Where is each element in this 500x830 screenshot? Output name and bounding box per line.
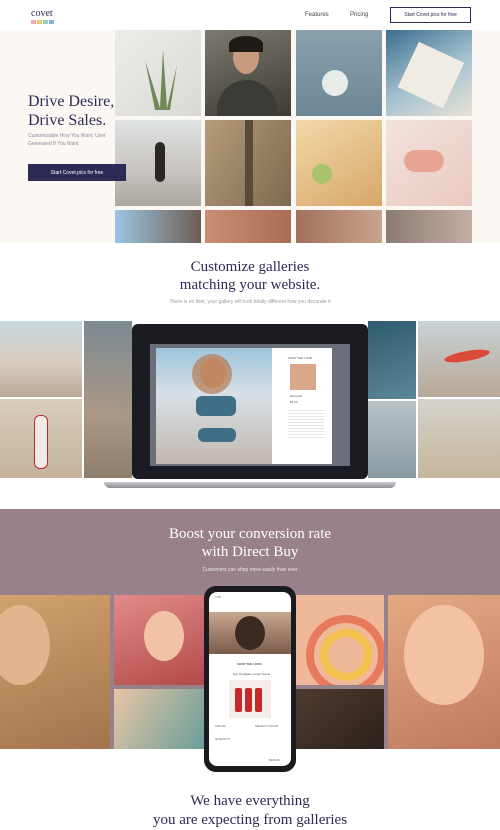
laptop-screen: SHOP THE LOOK Swimsuit $5.00 (150, 344, 350, 466)
beach-photo (368, 401, 416, 478)
beach-photo (0, 321, 82, 397)
modal-product-thumb[interactable] (290, 364, 316, 390)
beach-photo (418, 321, 500, 397)
logo-wordmark: covet (31, 8, 53, 19)
hero-title-line1: Drive Desire, (28, 93, 115, 110)
gallery-photo[interactable] (296, 30, 382, 116)
nav-features-link[interactable]: Features (305, 12, 329, 18)
modal-description (288, 408, 324, 438)
hero-section: Drive Desire, Drive Sales. Customizable … (0, 30, 500, 243)
phone-price: $120.00 (269, 758, 280, 762)
hero-title: Drive Desire, Drive Sales. (28, 92, 128, 130)
conversion-subtitle: Customers can shop more easily than ever (202, 567, 298, 573)
hero-start-free-button[interactable]: Start Covet.pics for free (28, 164, 126, 181)
customize-heading-line2: matching your website. (179, 277, 321, 293)
beach-photo (368, 321, 416, 399)
phone-quantity-label: QUANTITY (215, 737, 231, 741)
phone-product-name: Nyx Cardigan Longer Name (233, 672, 271, 676)
everything-heading-line2: you are expecting from galleries (152, 812, 348, 828)
modal-product-name: Swimsuit (290, 394, 303, 398)
phone-product-image[interactable] (229, 680, 271, 718)
gallery-photo[interactable] (205, 30, 291, 116)
gallery-photo[interactable] (115, 120, 201, 206)
shop-modal[interactable]: SHOP THE LOOK Swimsuit $5.00 (156, 348, 332, 464)
portrait-photo (388, 595, 500, 749)
customize-heading: Customize galleries matching your websit… (0, 258, 500, 294)
customize-subtitle: There is no limit, your gallery will loo… (169, 299, 331, 305)
logo-color-blocks (31, 20, 54, 24)
gallery-photo[interactable] (386, 210, 472, 243)
gallery-photo[interactable] (115, 210, 201, 243)
hero-subtitle: Customizable How You Want. User Generate… (28, 133, 106, 147)
nav-start-free-button[interactable]: Start Covet.pics for free (390, 7, 471, 23)
gallery-photo[interactable] (296, 210, 382, 243)
phone-shop-label: SHOP THE LOOK (237, 662, 262, 666)
conversion-heading: Boost your conversion rate with Direct B… (0, 525, 500, 561)
gallery-photo[interactable] (386, 120, 472, 206)
modal-shop-label: SHOP THE LOOK (288, 356, 313, 360)
phone-photo (209, 612, 291, 654)
phone-color-label: COLOR (215, 724, 226, 728)
portrait-photo (0, 595, 110, 749)
portrait-photo (114, 689, 204, 749)
beach-photo (418, 399, 500, 478)
everything-heading: We have everything you are expecting fro… (0, 792, 500, 830)
top-nav: covet Features Pricing Start Covet.pics … (0, 0, 500, 30)
conversion-heading-line1: Boost your conversion rate (168, 526, 332, 542)
modal-product-price: $5.00 (290, 400, 298, 404)
phone-time: 2:16 (215, 595, 221, 599)
rainbow-art-photo (296, 595, 384, 685)
everything-heading-line1: We have everything (190, 793, 310, 809)
covet-logo[interactable]: covet (31, 9, 54, 24)
phone-screen: 2:16 SHOP THE LOOK Nyx Cardigan Longer N… (209, 592, 291, 766)
laptop-mockup: SHOP THE LOOK Swimsuit $5.00 (132, 324, 368, 479)
hero-title-line2: Drive Sales. (28, 112, 107, 129)
beach-photo (0, 399, 82, 478)
customize-heading-line1: Customize galleries (190, 259, 310, 275)
modal-photo (156, 348, 272, 464)
beach-photo (84, 321, 132, 478)
gallery-photo[interactable] (205, 120, 291, 206)
gallery-photo[interactable] (296, 120, 382, 206)
phone-color-select[interactable]: SELECT COLOR (255, 724, 278, 728)
gallery-photo[interactable] (205, 210, 291, 243)
portrait-photo (114, 595, 204, 685)
laptop-base (104, 482, 396, 488)
nav-pricing-link[interactable]: Pricing (350, 12, 368, 18)
conversion-heading-line2: with Direct Buy (201, 544, 299, 560)
gallery-photo[interactable] (386, 30, 472, 116)
phone-mockup: 2:16 SHOP THE LOOK Nyx Cardigan Longer N… (204, 586, 296, 772)
portrait-photo (296, 689, 384, 749)
